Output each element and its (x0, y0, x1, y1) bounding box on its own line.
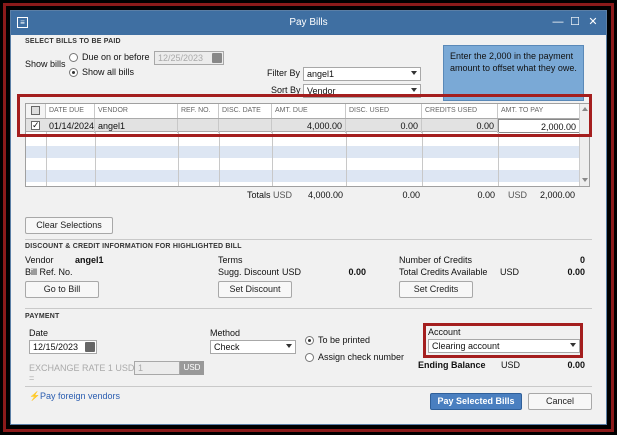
account-highlight-box (423, 323, 583, 358)
calendar-icon[interactable] (212, 53, 222, 63)
exchange-currency: USD (180, 361, 204, 375)
calendar-icon[interactable] (85, 342, 95, 352)
total-credits-label: Total Credits Available (399, 267, 488, 277)
empty-row (26, 146, 586, 158)
instruction-callout: Enter the 2,000 in the payment amount to… (443, 45, 584, 101)
ending-balance-label: Ending Balance (418, 360, 486, 370)
ending-balance-value: 0.00 (567, 360, 585, 370)
due-on-or-before-label: Due on or before (82, 52, 150, 62)
method-dropdown[interactable]: Check (210, 340, 296, 354)
filter-by-value: angel1 (307, 69, 335, 79)
terms-label: Terms (218, 255, 243, 265)
empty-row (26, 170, 586, 182)
show-all-bills-label: Show all bills (82, 67, 135, 77)
totals-credits-used: 0.00 (477, 190, 495, 200)
to-be-printed-radio[interactable] (305, 336, 314, 345)
show-bills-label: Show bills (25, 59, 66, 69)
filter-by-dropdown[interactable]: angel1 (303, 67, 421, 81)
chevron-down-icon (411, 88, 417, 92)
empty-row (26, 158, 586, 170)
exchange-rate-equals: = (29, 373, 35, 383)
show-all-bills-radio[interactable] (69, 68, 78, 77)
due-date-field[interactable]: 12/25/2023 (154, 51, 224, 65)
pay-bills-window: ≡ Pay Bills — ☐ ✕ SELECT BILLS TO BE PAI… (10, 10, 607, 425)
sugg-discount-value: 0.00 (348, 267, 366, 277)
clear-selections-button[interactable]: Clear Selections (25, 217, 113, 234)
ending-balance-currency: USD (501, 360, 521, 370)
filter-by-label: Filter By (267, 68, 301, 78)
lightning-icon: ⚡ (29, 391, 41, 401)
pay-selected-bills-button[interactable]: Pay Selected Bills (430, 393, 522, 410)
payment-section-label: PAYMENT (25, 313, 60, 320)
sugg-discount-label: Sugg. Discount (218, 267, 280, 277)
set-discount-button[interactable]: Set Discount (218, 281, 292, 298)
vendor-value: angel1 (75, 255, 104, 265)
pay-foreign-vendors-link[interactable]: Pay foreign vendors (40, 391, 120, 401)
select-bills-section-label: SELECT BILLS TO BE PAID (25, 38, 121, 45)
number-of-credits-value: 0 (579, 255, 585, 265)
minimize-icon[interactable]: — (551, 15, 565, 29)
go-to-bill-button[interactable]: Go to Bill (25, 281, 99, 298)
table-highlight-box (17, 94, 592, 137)
discount-section-label: DISCOUNT & CREDIT INFORMATION FOR HIGHLI… (25, 243, 242, 250)
chevron-down-icon (411, 71, 417, 75)
vendor-label: Vendor (25, 255, 54, 265)
date-label: Date (29, 328, 49, 338)
totals-label: Totals (247, 190, 271, 200)
sugg-discount-currency: USD (282, 267, 302, 277)
bill-ref-label: Bill Ref. No. (25, 267, 73, 277)
method-value: Check (214, 342, 240, 352)
total-credits-currency: USD (500, 267, 520, 277)
payment-date-field[interactable]: 12/15/2023 (29, 340, 97, 354)
assign-check-number-radio[interactable] (305, 353, 314, 362)
method-label: Method (210, 328, 241, 338)
totals-currency: USD (273, 190, 293, 200)
cancel-button[interactable]: Cancel (528, 393, 592, 410)
due-date-value: 12/25/2023 (158, 53, 204, 63)
total-credits-value: 0.00 (567, 267, 585, 277)
window-title: Pay Bills (289, 17, 328, 28)
payment-date-value: 12/15/2023 (33, 342, 79, 352)
chevron-down-icon (286, 344, 292, 348)
close-icon[interactable]: ✕ (586, 15, 600, 29)
totals-amt-due: 4,000.00 (307, 190, 343, 200)
to-be-printed-label: To be printed (318, 335, 371, 345)
totals-amt-to-pay: 2,000.00 (539, 190, 575, 200)
due-on-or-before-radio[interactable] (69, 53, 78, 62)
maximize-icon[interactable]: ☐ (568, 15, 582, 29)
set-credits-button[interactable]: Set Credits (399, 281, 473, 298)
totals-disc-used: 0.00 (402, 190, 420, 200)
assign-check-number-label: Assign check number (318, 352, 405, 362)
exchange-rate-input[interactable]: 1 (134, 361, 180, 375)
title-bar: ≡ Pay Bills — ☐ ✕ (11, 11, 606, 35)
number-of-credits-label: Number of Credits (399, 255, 473, 265)
exchange-rate-label: EXCHANGE RATE 1 USD (29, 363, 135, 373)
scroll-down-icon[interactable] (582, 178, 588, 182)
